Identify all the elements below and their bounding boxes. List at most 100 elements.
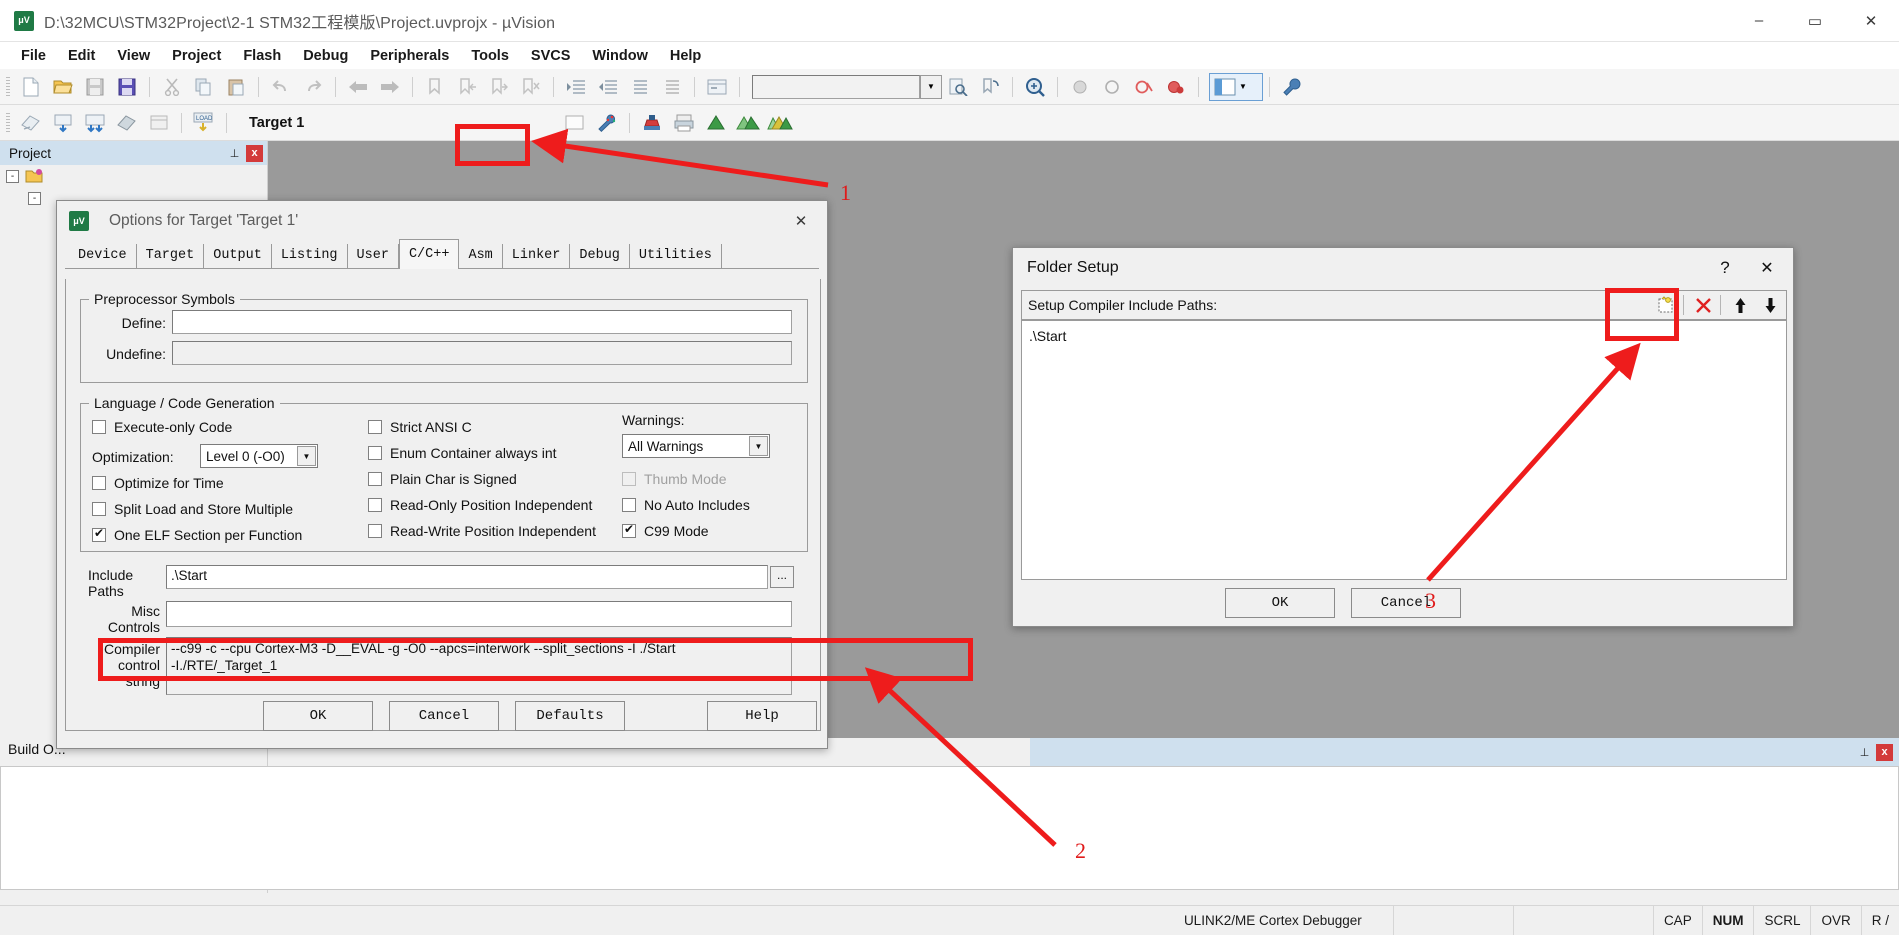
options-cancel-button[interactable]: Cancel	[389, 701, 499, 731]
save-icon[interactable]	[80, 73, 110, 101]
checkbox-no-auto-includes[interactable]: No Auto Includes	[622, 497, 750, 513]
checkbox-box-icon[interactable]	[368, 472, 382, 486]
checkbox-split-load-and-store-multiple[interactable]: Split Load and Store Multiple	[92, 501, 293, 517]
undefine-input[interactable]	[172, 341, 792, 365]
checkbox-execute-only-code[interactable]: Execute-only Code	[92, 419, 232, 435]
minimize-button[interactable]: –	[1731, 0, 1787, 42]
tab-linker[interactable]: Linker	[502, 244, 571, 268]
toolbar-grip[interactable]	[6, 112, 10, 133]
translate-file-icon[interactable]	[16, 109, 46, 137]
checkbox-box-icon[interactable]	[368, 524, 382, 538]
checkbox-box-icon[interactable]	[92, 420, 106, 434]
bookmark-next-icon[interactable]	[484, 73, 514, 101]
optimization-combo[interactable]: Level 0 (-O0) ▼	[200, 444, 318, 468]
svcs-merge-icon[interactable]	[765, 109, 795, 137]
navigate-back-icon[interactable]	[343, 73, 373, 101]
checkbox-box-icon[interactable]	[92, 526, 106, 542]
new-file-icon[interactable]	[16, 73, 46, 101]
breakpoint-insert-icon[interactable]	[1065, 73, 1095, 101]
batch-build-icon[interactable]	[112, 109, 142, 137]
svcs-commit-icon[interactable]	[701, 109, 731, 137]
checkbox-enum-container-always-int[interactable]: Enum Container always int	[368, 445, 557, 461]
project-tree-root-row[interactable]: -	[0, 165, 267, 187]
include-paths-list[interactable]: .\Start	[1021, 320, 1787, 580]
tab-debug[interactable]: Debug	[570, 244, 630, 268]
undo-icon[interactable]	[266, 73, 296, 101]
pin-button[interactable]: ⊥	[226, 145, 243, 162]
folder-setup-close-button[interactable]: ✕	[1745, 252, 1789, 284]
tab-target[interactable]: Target	[136, 244, 205, 268]
configure-icon[interactable]	[1277, 73, 1307, 101]
checkbox-box-icon[interactable]	[368, 498, 382, 512]
indent-increase-icon[interactable]	[561, 73, 591, 101]
manage-project-items-icon[interactable]	[560, 109, 590, 137]
arrow-down-icon[interactable]	[1756, 292, 1784, 318]
arrow-up-icon[interactable]	[1726, 292, 1754, 318]
breakpoint-delete-all-icon[interactable]	[1129, 73, 1159, 101]
svcs-update-icon[interactable]	[733, 109, 763, 137]
checkbox-box-icon[interactable]	[92, 476, 106, 490]
misc-controls-input[interactable]	[166, 601, 792, 627]
help-button[interactable]: ?	[1705, 252, 1745, 284]
tab-c-cpp[interactable]: C/C++	[398, 239, 460, 269]
checkbox-one-elf-section-per-function[interactable]: One ELF Section per Function	[92, 526, 302, 543]
navigate-forward-icon[interactable]	[375, 73, 405, 101]
checkbox-box-icon[interactable]	[92, 502, 106, 516]
menu-item-edit[interactable]: Edit	[57, 45, 106, 67]
checkbox-strict-ansi-c[interactable]: Strict ANSI C	[368, 419, 472, 435]
tab-user[interactable]: User	[347, 244, 399, 268]
options-for-target-icon[interactable]	[592, 109, 622, 137]
magnifier-icon[interactable]	[1020, 73, 1050, 101]
download-to-flash-icon[interactable]: LOAD	[189, 109, 219, 137]
menu-item-flash[interactable]: Flash	[232, 45, 292, 67]
indent-decrease-icon[interactable]	[593, 73, 623, 101]
bookmark-previous-icon[interactable]	[452, 73, 482, 101]
tab-listing[interactable]: Listing	[271, 244, 348, 268]
insert-template-icon[interactable]	[702, 73, 732, 101]
tab-output[interactable]: Output	[204, 244, 272, 268]
bookmark-clear-icon[interactable]	[516, 73, 546, 101]
options-ok-button[interactable]: OK	[263, 701, 373, 731]
options-dialog-close-button[interactable]: ✕	[781, 206, 821, 236]
menu-item-svcs[interactable]: SVCS	[520, 45, 582, 67]
redo-icon[interactable]	[298, 73, 328, 101]
menu-item-debug[interactable]: Debug	[292, 45, 359, 67]
menu-item-file[interactable]: File	[10, 45, 57, 67]
checkbox-box-icon[interactable]	[368, 420, 382, 434]
tree-expander-icon[interactable]: -	[28, 191, 41, 205]
folder-setup-ok-button[interactable]: OK	[1225, 588, 1335, 618]
find-combo-arrow-icon[interactable]: ▼	[920, 74, 942, 99]
uncomment-icon[interactable]	[657, 73, 687, 101]
include-paths-browse-button[interactable]: ...	[770, 566, 794, 588]
checkbox-box-icon[interactable]	[368, 446, 382, 460]
rebuild-all-icon[interactable]	[80, 109, 110, 137]
bookmark-find-icon[interactable]	[975, 73, 1005, 101]
delete-x-icon[interactable]	[1689, 292, 1717, 318]
maximize-button[interactable]: ▭	[1787, 0, 1843, 42]
save-all-icon[interactable]	[112, 73, 142, 101]
menu-item-tools[interactable]: Tools	[460, 45, 520, 67]
menu-item-peripherals[interactable]: Peripherals	[359, 45, 460, 67]
breakpoint-disable-icon[interactable]	[1097, 73, 1127, 101]
tab-device[interactable]: Device	[69, 244, 137, 268]
tab-utilities[interactable]: Utilities	[629, 244, 722, 268]
checkbox-optimize-for-time[interactable]: Optimize for Time	[92, 475, 224, 491]
find-combo-input[interactable]	[752, 74, 920, 99]
stop-build-icon[interactable]	[144, 109, 174, 137]
include-paths-input[interactable]: .\Start	[166, 565, 768, 589]
toolbar-grip[interactable]	[6, 76, 10, 97]
define-input[interactable]	[172, 310, 792, 334]
warnings-combo[interactable]: All Warnings ▼	[622, 434, 770, 458]
paste-icon[interactable]	[221, 73, 251, 101]
checkbox-box-icon[interactable]	[622, 522, 636, 538]
checkbox-read-only-position-independent[interactable]: Read-Only Position Independent	[368, 497, 592, 513]
comment-icon[interactable]	[625, 73, 655, 101]
open-file-icon[interactable]	[48, 73, 78, 101]
build-target-icon[interactable]	[48, 109, 78, 137]
bookmark-toggle-icon[interactable]	[420, 73, 450, 101]
menu-item-project[interactable]: Project	[161, 45, 232, 67]
manage-run-time-environment-icon[interactable]	[637, 109, 667, 137]
cut-icon[interactable]	[157, 73, 187, 101]
options-help-button[interactable]: Help	[707, 701, 817, 731]
tab-asm[interactable]: Asm	[459, 244, 503, 268]
